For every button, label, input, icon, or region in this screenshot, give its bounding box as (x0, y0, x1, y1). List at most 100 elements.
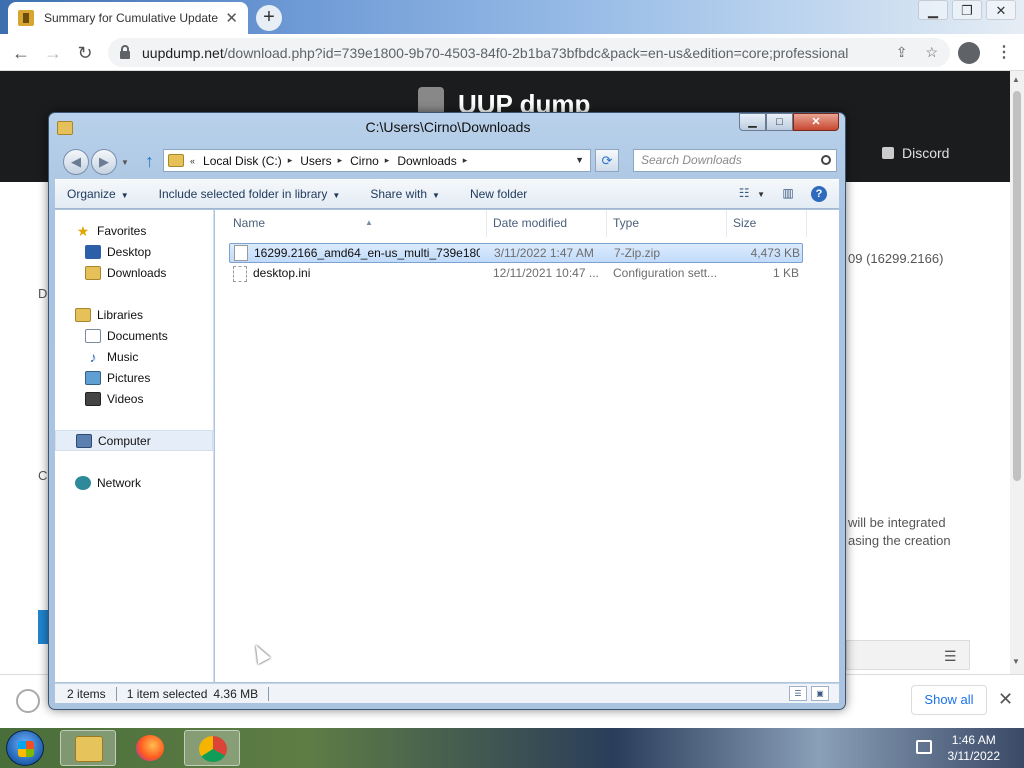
build-number-text: 09 (16299.2166) (848, 251, 944, 266)
explorer-address-bar[interactable]: « Local Disk (C:) ▸ Users ▸ Cirno ▸ Downloa… (163, 149, 591, 172)
side-letter-d: D (38, 286, 48, 301)
nav-pictures[interactable]: Pictures (55, 367, 213, 388)
scroll-thumb[interactable] (1013, 91, 1021, 481)
videos-icon (85, 391, 101, 406)
new-tab-button[interactable]: + (256, 5, 282, 31)
chrome-icon (199, 736, 227, 762)
nav-desktop[interactable]: Desktop (55, 241, 213, 262)
column-type[interactable]: Type (607, 210, 727, 237)
share-with-menu[interactable]: Share with ▼ (370, 187, 440, 201)
explorer-window: C:\Users\Cirno\Downloads ▁ □ ✕ ◀ ▶ ▼ ↑ «… (48, 112, 846, 710)
explorer-title: C:\Users\Cirno\Downloads (365, 119, 531, 135)
list-icon[interactable]: ☰ (944, 648, 957, 665)
star-icon: ★ (76, 222, 90, 239)
file-date: 3/11/2022 1:47 AM (494, 246, 594, 260)
nav-libraries[interactable]: Libraries (55, 304, 213, 325)
file-size: 1 KB (772, 266, 799, 280)
page-scrollbar[interactable]: ▲ ▼ (1010, 71, 1024, 674)
network-tray-icon[interactable] (916, 740, 932, 754)
taskbar-clock[interactable]: 1:46 AM 3/11/2022 (948, 732, 1001, 764)
share-icon[interactable]: ⇪ (896, 44, 908, 61)
file-row[interactable]: desktop.ini 12/11/2021 10:47 ... Configu… (229, 264, 803, 284)
taskbar-firefox-button[interactable] (122, 730, 178, 766)
ini-file-icon (233, 266, 247, 282)
taskbar-explorer-button[interactable] (60, 730, 116, 766)
chrome-toolbar: ← → ↻ uupdump.net/download.php?id=739e18… (0, 34, 1024, 71)
explorer-minimize-button[interactable]: ▁ (739, 113, 766, 131)
lock-icon (120, 44, 130, 59)
clock-date: 3/11/2022 (947, 749, 1001, 763)
include-in-library-menu[interactable]: Include selected folder in library ▼ (159, 187, 341, 201)
command-bar: Organize ▼ Include selected folder in lib… (55, 179, 839, 209)
column-date-modified[interactable]: Date modified (487, 210, 607, 237)
breadcrumb-overflow-icon[interactable]: « (190, 156, 195, 166)
nav-documents[interactable]: Documents (55, 325, 213, 346)
back-button[interactable]: ← (8, 40, 34, 66)
search-icon[interactable] (821, 155, 831, 165)
explorer-caption-buttons: ▁ □ ✕ (739, 113, 839, 131)
minimize-button[interactable]: ▁ (918, 0, 948, 20)
breadcrumb-users[interactable]: Users (300, 154, 331, 168)
help-icon[interactable]: ? (811, 186, 827, 202)
discord-link[interactable]: Discord (882, 145, 949, 161)
restore-button[interactable]: ❐ (952, 0, 982, 20)
forward-button[interactable]: → (40, 40, 66, 66)
organize-menu[interactable]: Organize ▼ (67, 187, 129, 201)
note-line-1: will be integrated (848, 515, 946, 530)
explorer-close-button[interactable]: ✕ (793, 113, 839, 131)
nav-downloads[interactable]: Downloads (55, 262, 213, 283)
firefox-icon (136, 735, 164, 761)
tab-close-icon[interactable]: ✕ (225, 9, 238, 27)
discord-icon (882, 147, 894, 159)
large-icons-view-icon[interactable]: ▣ (811, 686, 829, 701)
status-bar: 2 items 1 item selected 4.36 MB ☰ ▣ (55, 683, 839, 703)
profile-avatar[interactable] (958, 42, 980, 64)
pictures-icon (85, 370, 101, 385)
scroll-up-icon[interactable]: ▲ (1012, 75, 1020, 84)
nav-music[interactable]: ♪ Music (55, 346, 213, 367)
bookmark-star-icon[interactable]: ☆ (925, 44, 938, 61)
start-button[interactable] (6, 730, 44, 766)
nav-videos[interactable]: Videos (55, 388, 213, 409)
view-dropdown-icon[interactable]: ▼ (757, 190, 765, 199)
explorer-maximize-button[interactable]: □ (766, 113, 793, 131)
refresh-button[interactable]: ⟳ (595, 149, 619, 172)
discord-label: Discord (902, 145, 950, 161)
new-folder-button[interactable]: New folder (470, 187, 527, 201)
column-size[interactable]: Size (727, 210, 807, 237)
nav-network[interactable]: Network (55, 472, 213, 493)
browser-tab[interactable]: Summary for Cumulative Update ✕ (8, 2, 248, 34)
explorer-back-button[interactable]: ◀ (63, 149, 89, 175)
up-folder-icon[interactable]: ↑ (145, 151, 154, 172)
explorer-forward-button[interactable]: ▶ (91, 149, 117, 175)
file-row[interactable]: 16299.2166_amd64_en-us_multi_739e180... … (229, 243, 803, 263)
search-downloads-input[interactable]: Search Downloads (633, 149, 837, 172)
side-letter-c: C (38, 468, 48, 483)
change-view-icon[interactable]: ☷ (735, 186, 753, 202)
address-dropdown-icon[interactable]: ▼ (575, 155, 584, 165)
reload-button[interactable]: ↻ (72, 40, 98, 66)
breadcrumb-downloads[interactable]: Downloads (397, 154, 456, 168)
nav-computer[interactable]: Computer (55, 430, 213, 451)
column-name[interactable]: Name ▲ (227, 210, 487, 237)
taskbar-chrome-button[interactable] (184, 730, 240, 766)
preview-pane-icon[interactable]: ▥ (779, 186, 797, 202)
address-bar[interactable]: uupdump.net/download.php?id=739e1800-9b7… (108, 38, 950, 67)
breadcrumb-local-disk[interactable]: Local Disk (C:) (203, 154, 282, 168)
scroll-down-icon[interactable]: ▼ (1012, 657, 1020, 666)
chrome-menu-icon[interactable]: ⋮ (996, 42, 1012, 62)
file-name: 16299.2166_amd64_en-us_multi_739e180... (254, 246, 480, 260)
breadcrumb-cirno[interactable]: Cirno (350, 154, 379, 168)
close-download-bar-icon[interactable]: ✕ (998, 689, 1013, 710)
status-item-count: 2 items (67, 686, 106, 701)
details-view-icon[interactable]: ☰ (789, 686, 807, 701)
close-window-button[interactable]: ✕ (986, 0, 1016, 20)
file-type: 7-Zip.zip (614, 246, 661, 260)
recent-pages-dropdown-icon[interactable]: ▼ (121, 158, 129, 167)
show-all-button[interactable]: Show all (911, 685, 987, 715)
nav-favorites[interactable]: ★ Favorites (55, 220, 213, 241)
download-file-icon[interactable] (16, 689, 40, 713)
note-line-2: asing the creation (848, 533, 951, 548)
clock-time: 1:46 AM (951, 733, 996, 747)
computer-icon (76, 433, 92, 448)
